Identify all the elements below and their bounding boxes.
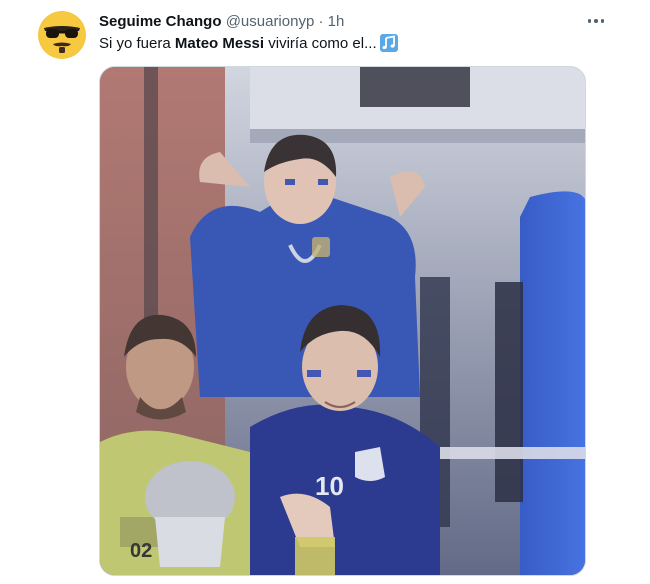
more-dot-icon bbox=[594, 19, 598, 23]
more-dot-icon bbox=[587, 19, 592, 23]
more-dot-icon bbox=[600, 19, 605, 23]
stadium-photo: 10 02 bbox=[100, 67, 585, 575]
tweet-text-bold: Mateo Messi bbox=[174, 35, 265, 52]
musical-notes-icon bbox=[379, 34, 398, 58]
tweet-text-part: viviría como el... bbox=[264, 35, 377, 52]
tweet-text-part: Si yo fuera bbox=[99, 35, 175, 52]
tweet-header: Seguime Chango @usuarionyp · 1h bbox=[99, 12, 344, 32]
sunglasses-face-icon bbox=[38, 11, 86, 59]
tweet-text: Si yo fuera Mateo Messi viviría como el.… bbox=[99, 34, 398, 58]
tweet-photo[interactable]: 10 02 bbox=[99, 66, 586, 576]
tweet[interactable]: Seguime Chango @usuarionyp · 1h Si yo fu… bbox=[0, 0, 650, 584]
avatar[interactable] bbox=[38, 11, 86, 59]
tweet-timestamp[interactable]: 1h bbox=[328, 13, 345, 30]
author-name[interactable]: Seguime Chango bbox=[99, 13, 222, 30]
author-handle[interactable]: @usuarionyp bbox=[226, 13, 315, 30]
more-options-button[interactable] bbox=[584, 11, 608, 31]
separator-dot: · bbox=[318, 13, 324, 30]
